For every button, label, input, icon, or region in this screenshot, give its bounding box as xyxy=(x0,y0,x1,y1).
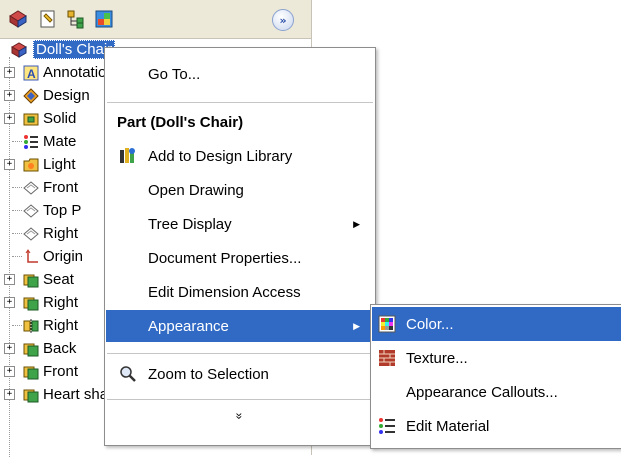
menu-item-open-drawing[interactable]: Open Drawing xyxy=(106,174,374,206)
tree-item-label: Mate xyxy=(43,133,77,150)
design-binder-icon xyxy=(22,87,40,105)
expand-plus-icon[interactable]: + xyxy=(4,366,15,377)
submenu-item-label: Edit Material xyxy=(406,417,490,435)
plane-icon xyxy=(22,179,40,197)
menu-item-go-to[interactable]: Go To... xyxy=(106,58,374,90)
expand-plus-icon[interactable]: + xyxy=(4,159,15,170)
menu-separator xyxy=(107,399,373,400)
design-library-icon xyxy=(119,147,137,165)
lights-folder-icon xyxy=(22,156,40,174)
submenu-item-label: Appearance Callouts... xyxy=(406,383,558,401)
origin-icon xyxy=(22,248,40,266)
feature-manager-toolbar: » xyxy=(0,0,311,39)
part-icon xyxy=(10,41,28,59)
zoom-magnifier-icon xyxy=(119,365,137,383)
tree-connector xyxy=(12,325,22,326)
menu-item-appearance[interactable]: Appearance ▶ xyxy=(106,310,374,342)
menu-item-label: Edit Dimension Access xyxy=(148,283,301,301)
menu-item-label: Zoom to Selection xyxy=(148,365,269,383)
expand-plus-icon[interactable]: + xyxy=(4,90,15,101)
menu-separator xyxy=(107,102,373,103)
menu-item-tree-display[interactable]: Tree Display ▶ xyxy=(106,208,374,240)
tree-item-label: Seat xyxy=(43,271,74,288)
plane-icon xyxy=(22,225,40,243)
submenu-item-color[interactable]: Color... xyxy=(372,307,621,341)
double-chevron-down-icon: » xyxy=(232,412,246,420)
feature-icon xyxy=(22,340,40,358)
menu-expand-chevron[interactable]: » xyxy=(105,409,373,423)
menu-item-label: Add to Design Library xyxy=(148,147,293,165)
expand-plus-icon[interactable]: + xyxy=(4,67,15,78)
submenu-arrow-icon: ▶ xyxy=(353,320,360,331)
toolbar-expand-button[interactable]: » xyxy=(272,9,294,31)
feature-icon xyxy=(22,363,40,381)
menu-item-add-to-design-library[interactable]: Add to Design Library xyxy=(106,140,374,172)
tree-connector xyxy=(12,187,22,188)
submenu-item-edit-material[interactable]: Edit Material xyxy=(372,409,621,443)
tree-connector xyxy=(12,210,22,211)
tree-item-label: Front xyxy=(43,363,79,380)
menu-item-label: Tree Display xyxy=(148,215,232,233)
expand-plus-icon[interactable]: + xyxy=(4,389,15,400)
menu-item-edit-dimension-access[interactable]: Edit Dimension Access xyxy=(106,276,374,308)
display-manager-icon[interactable] xyxy=(92,7,116,31)
menu-item-zoom-to-selection[interactable]: Zoom to Selection xyxy=(106,358,374,390)
tree-item-label: Right xyxy=(43,225,79,242)
expand-plus-icon[interactable]: + xyxy=(4,274,15,285)
expand-plus-icon[interactable]: + xyxy=(4,113,15,124)
color-palette-icon xyxy=(378,315,396,333)
material-icon xyxy=(22,133,40,151)
tree-item-label: Back xyxy=(43,340,77,357)
expand-plus-icon[interactable]: + xyxy=(4,343,15,354)
menu-item-label: Appearance xyxy=(148,317,229,335)
svg-text:A: A xyxy=(27,67,36,81)
mirror-feature-icon xyxy=(22,317,40,335)
feature-icon xyxy=(22,386,40,404)
menu-header-part: Part (Doll's Chair) xyxy=(106,106,374,138)
submenu-item-label: Color... xyxy=(406,315,454,333)
property-manager-icon[interactable] xyxy=(36,7,60,31)
material-icon xyxy=(378,417,396,435)
feature-manager-icon[interactable] xyxy=(6,7,30,31)
annotations-icon: A xyxy=(22,64,40,82)
submenu-item-texture[interactable]: Texture... xyxy=(372,341,621,375)
tree-item-label: Solid xyxy=(43,110,77,127)
submenu-arrow-icon: ▶ xyxy=(353,218,360,229)
tree-root-label: Doll's Chair xyxy=(33,40,116,59)
solid-bodies-icon xyxy=(22,110,40,128)
texture-brick-icon xyxy=(378,349,396,367)
tree-item-label: Design xyxy=(43,87,90,104)
menu-item-label: Go To... xyxy=(148,65,201,83)
configuration-manager-icon[interactable] xyxy=(64,7,88,31)
double-chevron-icon: » xyxy=(279,13,287,27)
context-menu: Go To... Part (Doll's Chair) Add to Desi… xyxy=(104,47,376,446)
menu-header-label: Part (Doll's Chair) xyxy=(117,113,244,131)
menu-separator xyxy=(107,353,373,354)
plane-icon xyxy=(22,202,40,220)
menu-item-label: Open Drawing xyxy=(148,181,244,199)
menu-item-document-properties[interactable]: Document Properties... xyxy=(106,242,374,274)
tree-item-label: Light xyxy=(43,156,76,173)
submenu-item-appearance-callouts[interactable]: Appearance Callouts... xyxy=(372,375,621,409)
menu-item-label: Document Properties... xyxy=(148,249,302,267)
tree-item-label: Right xyxy=(43,294,79,311)
feature-icon xyxy=(22,294,40,312)
appearance-submenu: Color... Texture... Appearance Callouts.… xyxy=(370,304,621,449)
tree-item-label: Right xyxy=(43,317,79,334)
tree-connector xyxy=(12,141,22,142)
tree-item-label: Top P xyxy=(43,202,82,219)
tree-item-label: Origin xyxy=(43,248,84,265)
feature-icon xyxy=(22,271,40,289)
tree-connector xyxy=(12,256,22,257)
tree-item-label: Front xyxy=(43,179,79,196)
tree-connector xyxy=(12,233,22,234)
submenu-item-label: Texture... xyxy=(406,349,468,367)
expand-plus-icon[interactable]: + xyxy=(4,297,15,308)
